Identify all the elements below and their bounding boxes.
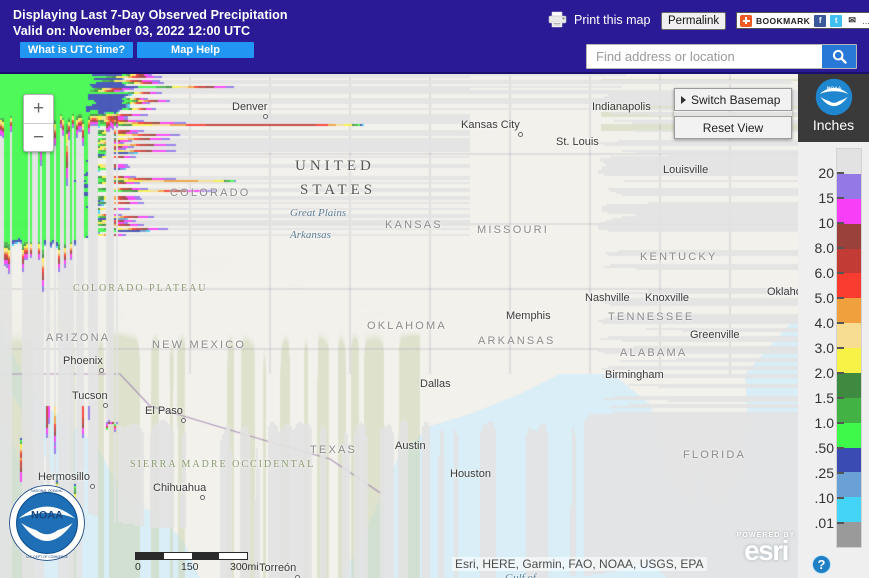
email-icon[interactable]: ✉ [846, 14, 859, 27]
legend-label: 8.0 [814, 240, 834, 256]
legend-tick [837, 222, 844, 224]
print-map-button[interactable]: Print this map [548, 11, 650, 28]
scale-label-mid: 150 [181, 561, 199, 573]
scale-label-0: 0 [135, 561, 141, 573]
legend-header: NOAA Inches [798, 74, 869, 142]
zoom-in-button[interactable]: + [24, 95, 53, 124]
printer-icon [548, 11, 568, 28]
legend-help-button[interactable]: ? [812, 555, 831, 574]
legend-tick [837, 422, 844, 424]
legend-tick [837, 347, 844, 349]
legend-units-title: Inches [812, 117, 855, 133]
svg-text:U.S. DEPT OF COMMERCE: U.S. DEPT OF COMMERCE [26, 555, 68, 559]
legend-label: .01 [814, 515, 834, 531]
legend-label: 4.0 [814, 315, 834, 331]
legend-label: .10 [814, 490, 834, 506]
valid-time-text: Valid on: November 03, 2022 12:00 UTC [13, 24, 251, 38]
legend-label: 1.5 [814, 390, 834, 406]
legend-label: .25 [814, 465, 834, 481]
legend-tick [837, 372, 844, 374]
legend-label: 15 [818, 190, 834, 206]
what-is-utc-button[interactable]: What is UTC time? [20, 42, 133, 58]
scale-bar-graphic [135, 552, 248, 560]
noaa-logo-icon: NOAA [815, 78, 852, 116]
search-button[interactable] [822, 45, 856, 68]
legend-tick [837, 322, 844, 324]
page-title: Displaying Last 7-Day Observed Precipita… [13, 8, 288, 22]
legend-label: 2.0 [814, 365, 834, 381]
svg-text:NATIONAL OCEANIC: NATIONAL OCEANIC [31, 489, 63, 493]
legend-label: 3.0 [814, 340, 834, 356]
bookmark-widget[interactable]: BOOKMARK f t ✉ ... [736, 12, 869, 29]
precipitation-legend: NOAA Inches 20 15 10 8.0 6.0 5.0 4.0 3.0 2.0 1.5 1… [798, 74, 869, 578]
legend-label: 20 [818, 165, 834, 181]
legend-label: 1.0 [814, 415, 834, 431]
zoom-out-button[interactable]: − [24, 123, 53, 151]
legend-tick [837, 497, 844, 499]
legend-tick [837, 297, 844, 299]
legend-tick [837, 247, 844, 249]
scale-label-max: 300mi [230, 561, 259, 573]
twitter-icon[interactable]: t [830, 14, 843, 27]
legend-label: .50 [814, 440, 834, 456]
reset-view-button[interactable]: Reset View [674, 116, 792, 139]
basemap-controls: Switch Basemap Reset View [674, 88, 792, 139]
noaa-seal-icon: NOAA NATIONAL OCEANIC U.S. DEPT OF COMME… [8, 484, 86, 562]
precipitation-map-app: Denver Kansas City Indianapolis St. Louis Ok… [0, 0, 869, 578]
map-viewport[interactable]: Denver Kansas City Indianapolis St. Louis Ok… [0, 74, 869, 578]
search-input[interactable] [587, 45, 822, 68]
scale-bar: 0 150 300mi [135, 552, 259, 575]
legend-label: 6.0 [814, 265, 834, 281]
map-attribution: Esri, HERE, Garmin, FAO, NOAA, USGS, EPA [452, 557, 707, 571]
legend-tick [837, 172, 844, 174]
switch-basemap-label: Switch Basemap [691, 92, 781, 107]
print-map-label: Print this map [574, 12, 651, 27]
legend-label: 10 [818, 215, 834, 231]
more-share-icon[interactable]: ... [862, 16, 869, 26]
legend-body: 20 15 10 8.0 6.0 5.0 4.0 3.0 2.0 1.5 1.0 .50 .25 .10.… [798, 142, 869, 578]
triangle-right-icon [681, 95, 686, 104]
facebook-icon[interactable]: f [814, 14, 827, 27]
svg-text:NOAA: NOAA [31, 509, 63, 521]
legend-tick [837, 272, 844, 274]
map-help-button[interactable]: Map Help [137, 42, 254, 58]
location-search[interactable] [586, 44, 857, 69]
plus-icon [740, 14, 752, 27]
legend-label: 5.0 [814, 290, 834, 306]
legend-tick-labels: 20 15 10 8.0 6.0 5.0 4.0 3.0 2.0 1.5 1.0 .50 .25 .10.… [798, 142, 844, 578]
legend-tick [837, 197, 844, 199]
zoom-controls[interactable]: + − [23, 94, 54, 152]
legend-tick [837, 447, 844, 449]
svg-text:NOAA: NOAA [826, 85, 841, 91]
legend-tick [837, 397, 844, 399]
legend-tick [837, 472, 844, 474]
permalink-button[interactable]: Permalink [661, 12, 727, 30]
bookmark-label: BOOKMARK [756, 15, 811, 26]
legend-tick [837, 522, 844, 524]
page-header: Displaying Last 7-Day Observed Precipita… [0, 0, 869, 74]
map-precipitation-canvas[interactable] [0, 74, 869, 578]
search-icon [832, 49, 847, 64]
switch-basemap-button[interactable]: Switch Basemap [674, 88, 792, 111]
